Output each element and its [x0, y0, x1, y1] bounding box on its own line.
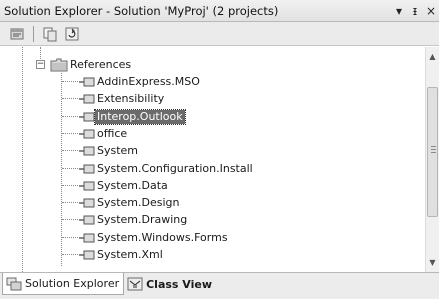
references-folder-icon — [50, 58, 68, 71]
scroll-down-arrow-icon[interactable]: ▼ — [426, 255, 439, 269]
tree-node-label: System.Data — [97, 178, 168, 192]
assembly-reference-icon — [79, 250, 95, 259]
tree-guide-line — [22, 47, 23, 272]
tree-node-reference[interactable]: System.Drawing — [79, 211, 189, 228]
tree-guide-line — [62, 202, 78, 203]
tab-label: Solution Explorer — [25, 277, 120, 290]
tab-label: Class View — [146, 277, 213, 291]
tree-node-label: System.Design — [97, 195, 180, 209]
solution-tree[interactable]: − References AddinExpress.MSO Extensibili… — [0, 47, 425, 272]
tree-node-label: References — [70, 57, 132, 71]
tree-node-label: Interop.Outlook — [94, 108, 186, 125]
panel-title: Solution Explorer - Solution 'MyProj' (2… — [4, 3, 279, 18]
class-view-icon — [127, 277, 143, 291]
tree-node-reference[interactable]: System.Windows.Forms — [79, 229, 230, 246]
show-all-files-button[interactable] — [41, 25, 59, 43]
tree-node-label: Extensibility — [97, 91, 165, 105]
properties-button[interactable] — [8, 25, 26, 43]
tree-guide-line — [62, 150, 78, 151]
window-position-dropdown-icon[interactable]: ▾ — [392, 3, 406, 19]
tree-guide-line — [62, 185, 78, 186]
panel-titlebar: Solution Explorer - Solution 'MyProj' (2… — [0, 0, 439, 22]
auto-hide-pin-icon[interactable]: ᵻ — [408, 3, 422, 19]
tree-node-label: office — [97, 126, 128, 140]
scroll-thumb[interactable] — [427, 87, 438, 217]
tree-node-reference[interactable]: Interop.Outlook — [79, 108, 186, 125]
tree-guide-line — [62, 168, 78, 169]
assembly-reference-icon — [79, 94, 95, 103]
tree-node-label: System.Drawing — [97, 212, 188, 226]
tree-guide-line — [62, 237, 78, 238]
scroll-grip — [431, 152, 436, 153]
tab-solution-explorer[interactable]: Solution Explorer — [2, 273, 125, 295]
tree-node-reference[interactable]: AddinExpress.MSO — [79, 73, 202, 90]
tree-node-reference[interactable]: System — [79, 142, 140, 159]
scroll-grip — [431, 146, 436, 147]
tree-node-label: System.Windows.Forms — [97, 230, 228, 244]
toolbar-separator — [33, 25, 34, 42]
assembly-reference-icon — [79, 198, 95, 207]
toolbar — [0, 22, 439, 46]
assembly-reference-icon — [79, 164, 95, 173]
bottom-tab-strip: Solution Explorer Class View — [0, 272, 439, 299]
solution-explorer-icon — [6, 277, 22, 290]
refresh-button[interactable] — [63, 25, 81, 43]
tree-guide-line — [62, 98, 78, 99]
vertical-scrollbar[interactable]: ▲ ▼ — [425, 47, 439, 272]
tree-guide-line — [62, 219, 78, 220]
tree-guide-line — [62, 254, 78, 255]
tree-node-label: System.Configuration.Install — [97, 161, 253, 175]
assembly-reference-icon — [79, 77, 95, 86]
assembly-reference-icon — [79, 129, 95, 138]
show-all-files-icon — [43, 27, 57, 41]
refresh-icon — [65, 27, 79, 40]
tree-node-reference[interactable]: Extensibility — [79, 90, 166, 107]
scroll-grip — [431, 149, 436, 150]
assembly-reference-icon — [79, 215, 95, 224]
close-icon[interactable]: × — [424, 3, 438, 19]
tree-node-label: AddinExpress.MSO — [97, 74, 200, 88]
assembly-reference-icon — [79, 233, 95, 242]
tab-class-view[interactable]: Class View — [124, 273, 216, 295]
tree-node-reference[interactable]: System.Data — [79, 177, 170, 194]
tree-node-reference[interactable]: System.Configuration.Install — [79, 160, 255, 177]
collapse-toggle[interactable]: − — [36, 60, 45, 69]
tree-guide-line — [62, 116, 78, 117]
properties-icon — [10, 28, 24, 39]
tree-node-reference[interactable]: office — [79, 125, 129, 142]
scroll-up-arrow-icon[interactable]: ▲ — [426, 49, 439, 63]
tree-guide-line — [62, 133, 78, 134]
assembly-reference-icon — [79, 112, 95, 121]
tree-node-label: System — [97, 143, 139, 157]
assembly-reference-icon — [79, 181, 95, 190]
tree-node-reference[interactable]: System.Design — [79, 194, 182, 211]
assembly-reference-icon — [79, 146, 95, 155]
tree-node-references[interactable]: References — [50, 56, 133, 73]
tree-guide-line — [62, 81, 78, 82]
tree-node-reference[interactable]: System.Xml — [79, 246, 165, 263]
tree-node-label: System.Xml — [97, 247, 163, 261]
